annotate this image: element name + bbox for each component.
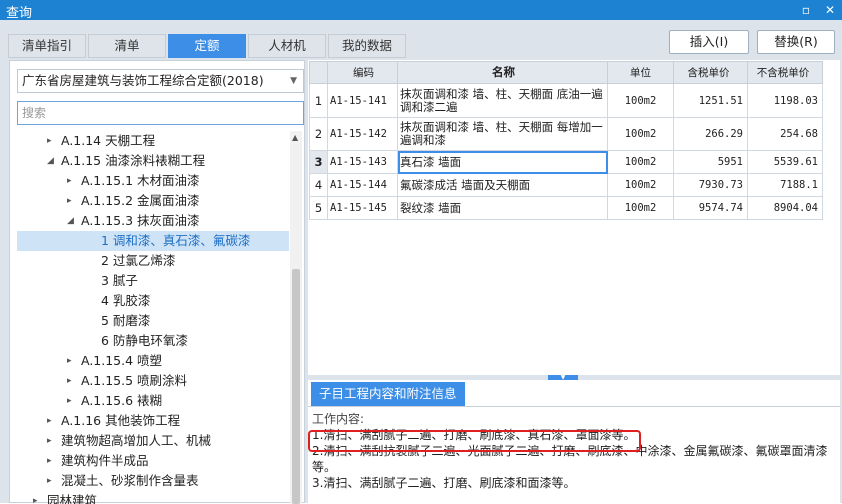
work-content-heading: 工作内容: <box>312 412 365 426</box>
tab-labor-material-machine[interactable]: 人材机 <box>248 34 326 58</box>
expand-icon[interactable]: ▸ <box>47 411 52 431</box>
tree-node[interactable]: ▸ A.1.15.6 裱糊 <box>17 391 289 411</box>
tree-scrollbar[interactable]: ▲ <box>290 131 302 504</box>
expand-icon[interactable]: ▸ <box>33 491 38 504</box>
table-row[interactable]: 5 A1-15-145 裂纹漆 墙面 100m2 9574.74 8904.04 <box>309 196 823 220</box>
tab-my-data[interactable]: 我的数据 <box>328 34 406 58</box>
tree-node[interactable]: ▸ A.1.14 天棚工程 <box>17 131 289 151</box>
panel-splitter[interactable]: ▼ <box>308 375 840 381</box>
quota-tree: ▸ A.1.14 天棚工程 ◢ A.1.15 油漆涂料裱糊工程 ▸ A.1.15.1 … <box>17 131 289 504</box>
expand-icon[interactable]: ▸ <box>67 391 72 411</box>
expand-icon[interactable]: ▸ <box>47 471 52 491</box>
quota-library-select[interactable]: 广东省房屋建筑与装饰工程综合定额(2018) ▼ <box>17 69 304 93</box>
column-header-price-notax[interactable]: 不含税单价 <box>747 61 823 84</box>
tab-work-content-info[interactable]: 子目工程内容和附注信息 <box>311 382 465 406</box>
tree-node[interactable]: 6 防静电环氧漆 <box>17 331 289 351</box>
tree-node[interactable]: ▸ 建筑构件半成品 <box>17 451 289 471</box>
tree-node[interactable]: 3 腻子 <box>17 271 289 291</box>
close-icon[interactable]: ✕ <box>820 0 840 20</box>
tree-node-selected[interactable]: 1 调和漆、真石漆、氟碳漆 <box>17 231 289 251</box>
expand-icon[interactable]: ▸ <box>67 191 72 211</box>
tree-node[interactable]: ▸ 园林建筑 <box>17 491 289 504</box>
expand-icon[interactable]: ▸ <box>47 431 52 451</box>
tree-node[interactable]: ▸ 混凝土、砂浆制作含量表 <box>17 471 289 491</box>
expand-icon[interactable]: ▸ <box>47 131 52 151</box>
column-header-index <box>309 61 328 84</box>
restore-icon[interactable]: ▫ <box>796 0 816 20</box>
column-header-code[interactable]: 编码 <box>327 61 398 84</box>
quota-table: 编码 名称 单位 含税单价 不含税单价 1 A1-15-141 抹灰面调和漆 墙… <box>309 61 823 220</box>
column-header-price-tax[interactable]: 含税单价 <box>673 61 748 84</box>
tab-quota[interactable]: 定额 <box>168 34 246 58</box>
collapse-icon[interactable]: ◢ <box>67 211 74 231</box>
scroll-thumb[interactable] <box>292 269 300 504</box>
tree-node[interactable]: 2 过氯乙烯漆 <box>17 251 289 271</box>
splitter-grip-icon[interactable]: ▼ <box>548 375 578 381</box>
expand-icon[interactable]: ▸ <box>47 451 52 471</box>
table-row-current[interactable]: 3 A1-15-143 真石漆 墙面 100m2 5951 5539.61 <box>309 150 823 174</box>
table-row[interactable]: 1 A1-15-141 抹灰面调和漆 墙、柱、天棚面 底油一遍调和漆二遍 100… <box>309 83 823 118</box>
tree-node[interactable]: ▸ A.1.15.5 喷刷涂料 <box>17 371 289 391</box>
tree-node[interactable]: ◢ A.1.15.3 抹灰面油漆 <box>17 211 289 231</box>
table-header-row: 编码 名称 单位 含税单价 不含税单价 <box>309 61 823 84</box>
tree-node[interactable]: ▸ A.1.15.4 喷塑 <box>17 351 289 371</box>
insert-button[interactable]: 插入(I) <box>669 30 749 54</box>
expand-icon[interactable]: ▸ <box>67 371 72 391</box>
column-header-name[interactable]: 名称 <box>397 61 608 84</box>
tree-node[interactable]: 5 耐磨漆 <box>17 311 289 331</box>
scroll-up-icon[interactable]: ▲ <box>292 133 298 142</box>
search-input[interactable]: 搜索 <box>17 101 304 125</box>
tree-node[interactable]: ▸ 建筑物超高增加人工、机械 <box>17 431 289 451</box>
right-panel: 编码 名称 单位 含税单价 不含税单价 1 A1-15-141 抹灰面调和漆 墙… <box>308 60 840 503</box>
tree-node[interactable]: ▸ A.1.16 其他装饰工程 <box>17 411 289 431</box>
table-row[interactable]: 2 A1-15-142 抹灰面调和漆 墙、柱、天棚面 每增加一遍调和漆 100m… <box>309 117 823 151</box>
expand-icon[interactable]: ▸ <box>67 171 72 191</box>
work-content-line: 3.清扫、满刮腻子二遍、打磨、刷底漆和面漆等。 <box>312 476 576 490</box>
replace-button[interactable]: 替换(R) <box>757 30 835 54</box>
collapse-icon[interactable]: ◢ <box>47 151 54 171</box>
expand-icon[interactable]: ▸ <box>67 351 72 371</box>
work-content-panel: 工作内容: 1.清扫、满刮腻子二遍、打磨、刷底漆、真石漆、罩面漆等。 2.清扫、… <box>308 406 840 503</box>
chevron-down-icon[interactable]: ▼ <box>290 70 297 92</box>
tree-node[interactable]: 4 乳胶漆 <box>17 291 289 311</box>
tree-node[interactable]: ▸ A.1.15.1 木材面油漆 <box>17 171 289 191</box>
tree-node[interactable]: ◢ A.1.15 油漆涂料裱糊工程 <box>17 151 289 171</box>
column-header-unit[interactable]: 单位 <box>607 61 674 84</box>
table-row[interactable]: 4 A1-15-144 氟碳漆成活 墙面及天棚面 100m2 7930.73 7… <box>309 173 823 197</box>
highlight-annotation <box>308 430 641 452</box>
window-title: 查询 <box>6 6 33 21</box>
tab-bill[interactable]: 清单 <box>88 34 166 58</box>
tab-bill-guide[interactable]: 清单指引 <box>8 34 86 58</box>
tree-node[interactable]: ▸ A.1.15.2 金属面油漆 <box>17 191 289 211</box>
title-bar: 查询 ▫ ✕ <box>0 0 842 21</box>
left-panel: 广东省房屋建筑与装饰工程综合定额(2018) ▼ 搜索 ▸ A.1.14 天棚工程… <box>9 60 305 504</box>
window-body: 清单指引 清单 定额 人材机 我的数据 插入(I) 替换(R) 广东省房屋建筑与… <box>0 20 842 504</box>
quota-library-value: 广东省房屋建筑与装饰工程综合定额(2018) <box>22 73 264 88</box>
